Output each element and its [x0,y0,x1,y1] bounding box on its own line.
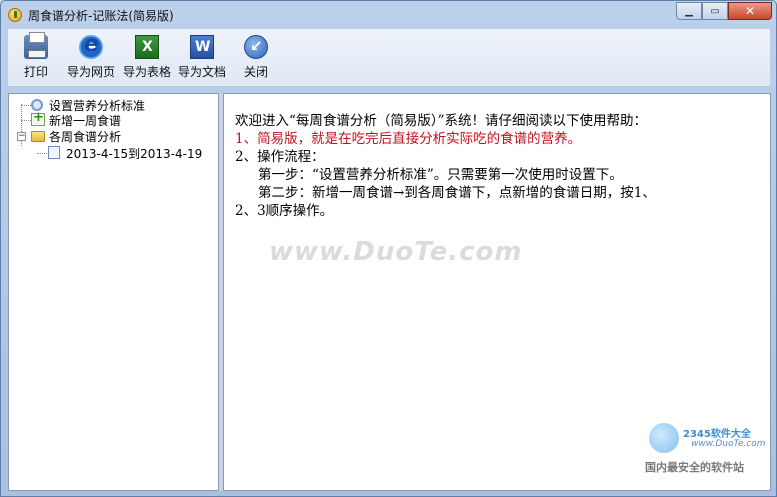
close-button[interactable]: 关闭 [236,33,276,83]
printer-icon [24,32,48,59]
help-intro: 欢迎进入“每周食谱分析（简易版）”系统！请仔细阅读以下使用帮助： [235,113,648,129]
help-step-one: 第一步：“设置营养分析标准”。只需要第一次使用时设置下。 [258,167,623,183]
folder-icon [31,131,45,142]
word-icon [190,35,214,59]
badge-slogan: 国内最安全的软件站 [645,461,744,474]
export-webpage-button[interactable]: 导为网页 [64,32,118,83]
ie-icon [79,32,103,59]
minimize-icon: ▁ [685,5,693,17]
help-line-simple-version: 1、简易版，就是在吃完后直接分析实际吃的食谱的营养。 [235,131,582,147]
collapse-toggle-icon[interactable]: − [17,132,26,141]
export-word-label: 导为文档 [177,65,226,79]
tree-item-label: 新增一周食谱 [49,114,122,128]
export-webpage-label: 导为网页 [66,65,115,79]
minimize-button[interactable]: ▁ [676,2,702,20]
tree-item-label: 各周食谱分析 [49,130,122,144]
window-controls: ▁ ▭ ✕ [676,2,772,20]
help-step-two-cont: 2、3顺序操作。 [235,203,334,219]
app-icon [8,8,22,22]
watermark: www.DuoTe.com [269,237,523,267]
export-word-button[interactable]: 导为文档 [175,33,229,83]
app-window: 周食谱分析-记账法(简易版) ▁ ▭ ✕ 打印 导为网页 导为表格 导为文档 关… [0,0,777,497]
export-excel-label: 导为表格 [122,65,171,79]
maximize-button[interactable]: ▭ [702,2,728,20]
tree-connector [37,153,47,154]
export-excel-button[interactable]: 导为表格 [120,33,174,83]
mascot-icon [649,423,679,453]
badge-brand: 2345软件大全 [683,429,751,440]
help-step-two: 第二步：新增一周食谱→到各周食谱下，点新增的食谱日期，按1、 [258,185,656,201]
tree-connector [21,120,31,121]
navigation-tree: 设置营养分析标准 新增一周食谱 − 各周食谱分析 2013-4-15到2013-… [8,93,219,491]
print-label: 打印 [23,65,48,79]
help-text: 欢迎进入“每周食谱分析（简易版）”系统！请仔细阅读以下使用帮助： 1、简易版，就… [235,112,765,220]
close-window-button[interactable]: ✕ [728,2,772,20]
maximize-icon: ▭ [710,5,720,17]
document-icon [48,146,60,159]
close-circle-icon [244,35,268,59]
help-line-process: 2、操作流程： [235,149,325,165]
window-title: 周食谱分析-记账法(简易版) [28,9,174,23]
badge-site: www.DuoTe.com [691,439,766,449]
site-badge: 2345软件大全 www.DuoTe.com 国内最安全的软件站 [641,421,771,481]
tree-item-label: 2013-4-15到2013-4-19 [66,147,203,161]
close-icon: ✕ [744,4,756,18]
close-label: 关闭 [243,65,268,79]
title-bar[interactable]: 周食谱分析-记账法(简易版) ▁ ▭ ✕ [1,1,776,29]
toolbar: 打印 导为网页 导为表格 导为文档 关闭 [8,29,770,87]
tree-connector [21,105,31,106]
excel-icon [135,35,159,59]
add-note-icon [31,110,45,126]
print-button[interactable]: 打印 [16,32,56,83]
